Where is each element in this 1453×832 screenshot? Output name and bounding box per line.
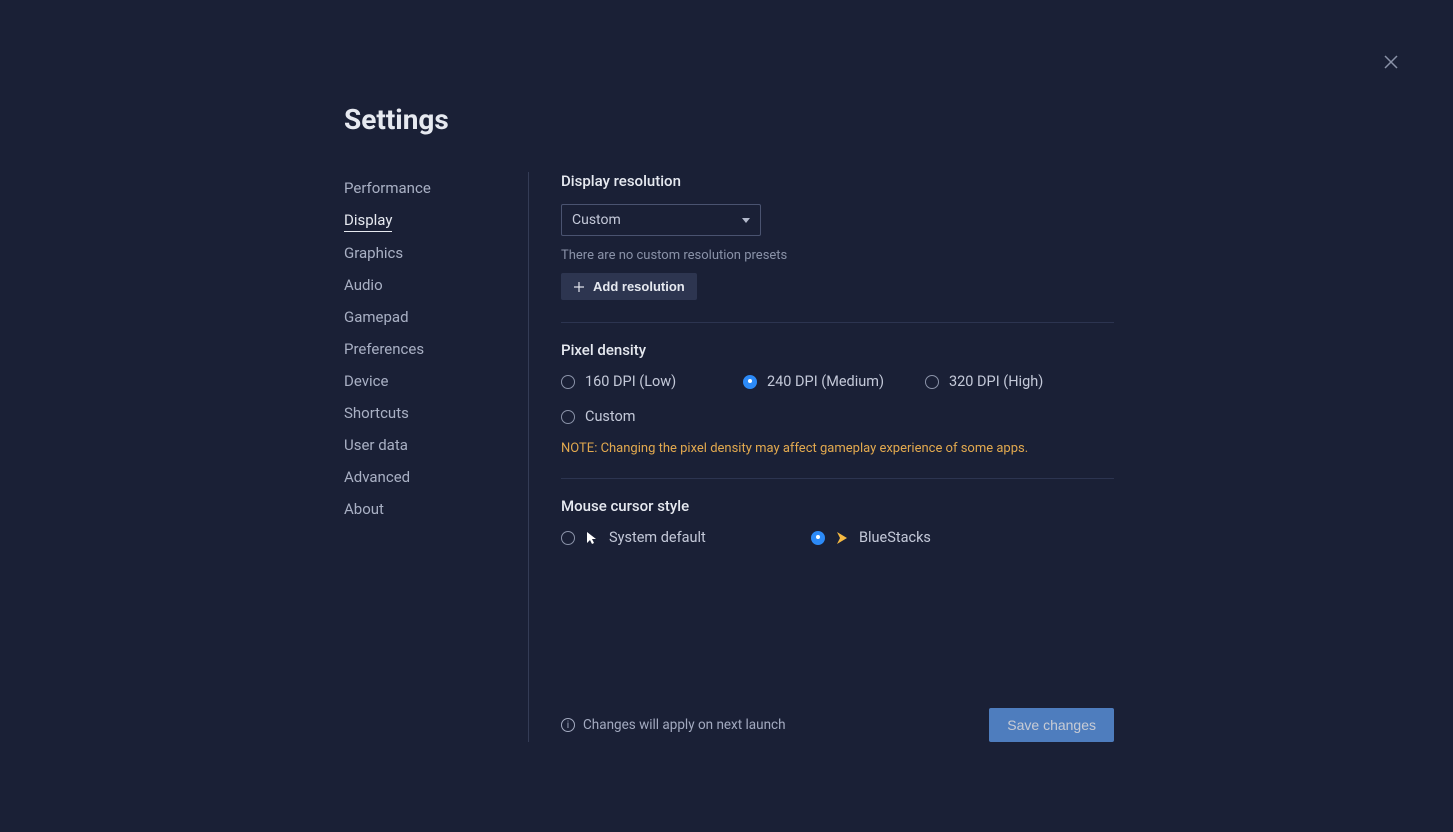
sidebar-item-performance[interactable]: Performance: [344, 172, 431, 204]
pixel-density-note: NOTE: Changing the pixel density may aff…: [561, 441, 1114, 456]
mouse-cursor-section: Mouse cursor style System default: [561, 497, 1114, 546]
footer-message-text: Changes will apply on next launch: [583, 717, 786, 733]
cursor-option-system[interactable]: System default: [561, 529, 811, 546]
section-divider: [561, 322, 1114, 323]
sidebar-item-about[interactable]: About: [344, 493, 384, 525]
dpi-option-160[interactable]: 160 DPI (Low): [561, 373, 743, 390]
dpi-option-label: Custom: [585, 408, 636, 425]
cursor-option-label: System default: [609, 529, 706, 546]
settings-sidebar: Performance Display Graphics Audio Gamep…: [344, 172, 529, 742]
resolution-select[interactable]: Custom: [561, 204, 761, 236]
add-resolution-button[interactable]: Add resolution: [561, 273, 697, 300]
sidebar-item-audio[interactable]: Audio: [344, 269, 383, 301]
dpi-option-label: 320 DPI (High): [949, 373, 1043, 390]
sidebar-item-shortcuts[interactable]: Shortcuts: [344, 397, 409, 429]
resolution-select-value: Custom: [572, 212, 621, 228]
save-changes-button[interactable]: Save changes: [989, 708, 1114, 742]
pixel-density-section: Pixel density 160 DPI (Low) 240 DPI (Med…: [561, 341, 1114, 456]
close-icon: [1383, 54, 1399, 70]
dpi-option-custom[interactable]: Custom: [561, 408, 743, 425]
resolution-helper-text: There are no custom resolution presets: [561, 248, 1114, 263]
chevron-down-icon: [742, 218, 750, 223]
radio-icon: [811, 531, 825, 545]
sidebar-item-gamepad[interactable]: Gamepad: [344, 301, 409, 333]
sidebar-item-graphics[interactable]: Graphics: [344, 237, 403, 269]
page-title: Settings: [344, 103, 1114, 136]
section-divider: [561, 478, 1114, 479]
sidebar-item-user-data[interactable]: User data: [344, 429, 408, 461]
close-button[interactable]: [1381, 52, 1401, 72]
footer-message: i Changes will apply on next launch: [561, 717, 786, 733]
mouse-cursor-title: Mouse cursor style: [561, 497, 1114, 515]
display-resolution-section: Display resolution Custom There are no c…: [561, 172, 1114, 300]
sidebar-item-preferences[interactable]: Preferences: [344, 333, 424, 365]
sidebar-item-display[interactable]: Display: [344, 204, 392, 232]
cursor-option-bluestacks[interactable]: BlueStacks: [811, 529, 1061, 546]
pixel-density-title: Pixel density: [561, 341, 1114, 359]
dpi-option-label: 160 DPI (Low): [585, 373, 676, 390]
bluestacks-cursor-icon: [835, 531, 849, 545]
dpi-option-240[interactable]: 240 DPI (Medium): [743, 373, 925, 390]
dpi-option-320[interactable]: 320 DPI (High): [925, 373, 1107, 390]
settings-footer: i Changes will apply on next launch Save…: [561, 708, 1114, 742]
add-resolution-label: Add resolution: [593, 279, 685, 294]
system-cursor-icon: [585, 531, 599, 545]
radio-icon: [561, 375, 575, 389]
cursor-option-label: BlueStacks: [859, 529, 931, 546]
info-icon: i: [561, 718, 575, 732]
display-resolution-title: Display resolution: [561, 172, 1114, 190]
sidebar-item-device[interactable]: Device: [344, 365, 388, 397]
radio-icon: [561, 410, 575, 424]
radio-icon: [743, 375, 757, 389]
settings-content: Display resolution Custom There are no c…: [529, 172, 1114, 742]
sidebar-item-advanced[interactable]: Advanced: [344, 461, 410, 493]
dpi-option-label: 240 DPI (Medium): [767, 373, 884, 390]
plus-icon: [573, 281, 585, 293]
radio-icon: [925, 375, 939, 389]
radio-icon: [561, 531, 575, 545]
